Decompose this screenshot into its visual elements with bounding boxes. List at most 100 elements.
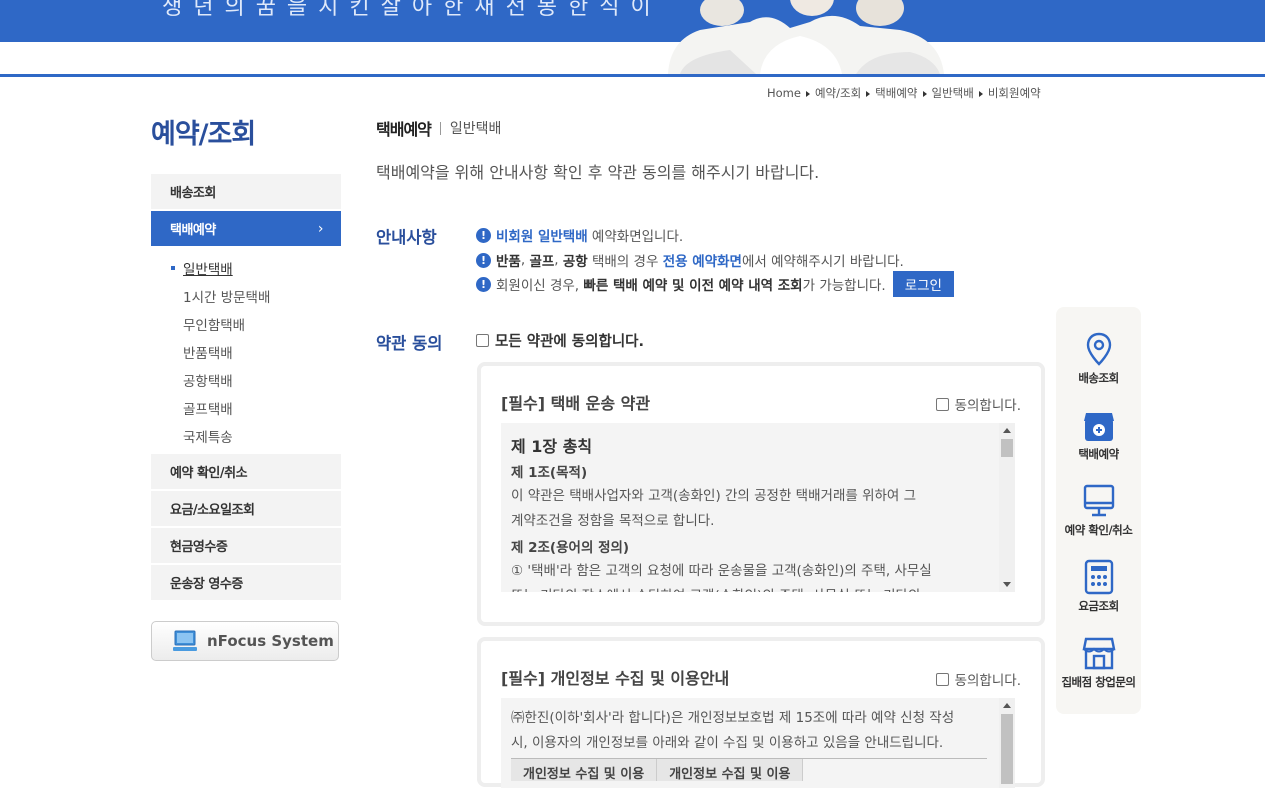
banner-divider	[0, 74, 1265, 77]
notice-1-highlight: 비회원 일반택배	[496, 229, 588, 245]
page-title: 택배예약	[376, 120, 432, 139]
notice-2-sep: ,	[520, 252, 530, 268]
sidebar-item-parcel-reservation[interactable]: 택배예약 ›	[151, 211, 341, 246]
breadcrumb-parcel-reservation[interactable]: 택배예약	[875, 85, 917, 101]
breadcrumb-home[interactable]: Home	[767, 86, 801, 100]
sidebar-sub-general-parcel[interactable]: 일반택배	[151, 254, 341, 282]
scrollbar[interactable]	[999, 423, 1015, 592]
chevron-right-icon: ›	[317, 220, 324, 237]
banner-family-photo	[660, 0, 950, 74]
terms-article: 제 2조(용어의 정의)	[511, 540, 630, 556]
sidebar-sub-airport-parcel[interactable]: 공항택배	[151, 366, 341, 394]
agree-all-checkbox[interactable]	[476, 334, 489, 347]
store-icon	[1082, 637, 1115, 670]
breadcrumb-guest-reservation: 비회원예약	[987, 86, 1041, 100]
breadcrumb: Home 예약/조회 택배예약 일반택배 비회원예약	[767, 85, 1041, 101]
sidebar-item-fee-lookup[interactable]: 요금/소요일조회	[151, 491, 341, 526]
table-header-cell: 개인정보 수집 및 이용	[657, 759, 804, 782]
terms-text: 계약조건을 정함을 목적으로 합니다.	[511, 513, 715, 529]
terms-article: 제 1조(목적)	[511, 465, 588, 481]
dedicated-reservation-link[interactable]: 전용 예약화면	[663, 250, 742, 270]
terms-agree-checkbox[interactable]	[935, 672, 949, 686]
calculator-icon	[1084, 559, 1113, 595]
terms-text: 이 약관은 택배사업자와 고객(송화인) 간의 공정한 택배거래를 위하여 그	[511, 488, 917, 504]
monitor-icon	[1083, 484, 1114, 517]
sidebar-item-tracking[interactable]: 배송조회	[151, 174, 341, 209]
sidebar-item-label: 택배예약	[170, 223, 216, 238]
agree-all-label: 모든 약관에 동의합니다.	[495, 334, 645, 350]
notice-section-label: 안내사항	[376, 228, 437, 247]
scroll-up-icon[interactable]	[1003, 703, 1011, 708]
sidebar-sub-return-parcel[interactable]: 반품택배	[151, 338, 341, 366]
sidebar-sub-international[interactable]: 국제특송	[151, 422, 341, 450]
top-banner: 생 년 의 꿈 을 지 킨 살 아 한 새 전 봉 한 식 이	[0, 0, 1265, 42]
quick-menu: 배송조회 택배예약 예약 확인/취소 요금조회 집배점 창업문의	[1056, 307, 1141, 714]
exclamation-icon: !	[476, 227, 491, 243]
nfocus-system-button[interactable]: nFocus System	[151, 621, 339, 661]
notice-3-text: 회원이신 경우,	[496, 278, 584, 294]
banner-slogan: 생 년 의 꿈 을 지 킨 살 아 한 새 전 봉 한 식 이	[162, 0, 653, 20]
login-button[interactable]: 로그인	[892, 271, 954, 297]
scrollbar[interactable]	[999, 698, 1015, 788]
notice-line-1: ! 비회원 일반택배 예약화면입니다.	[476, 225, 1036, 245]
page-subtitle: 일반택배	[449, 121, 502, 137]
terms-agree-row: 동의합니다.	[935, 669, 1021, 689]
sidebar-submenu: 일반택배 1시간 방문택배 무인함택배 반품택배 공항택배 골프택배 국제특송	[151, 248, 341, 454]
sidebar-title: 예약/조회	[151, 119, 256, 150]
terms-agree-row: 동의합니다.	[935, 394, 1021, 414]
terms-box-privacy: [필수] 개인정보 수집 및 이용안내 동의합니다. ㈜한진(이하'회사'라 합…	[477, 637, 1045, 788]
agree-all-row: 모든 약관에 동의합니다.	[476, 330, 644, 351]
terms-title: [필수] 개인정보 수집 및 이용안내	[501, 669, 730, 688]
terms-title: [필수] 택배 운송 약관	[501, 394, 651, 413]
quick-fee-lookup[interactable]: 요금조회	[1056, 559, 1141, 614]
sidebar-item-waybill-receipt[interactable]: 운송장 영수증	[151, 565, 341, 600]
sidebar-menu: 배송조회 택배예약 › 일반택배 1시간 방문택배 무인함택배 반품택배 공항택…	[151, 174, 341, 602]
exclamation-icon: !	[476, 252, 491, 268]
sidebar-item-cash-receipt[interactable]: 현금영수증	[151, 528, 341, 563]
title-divider	[439, 121, 441, 135]
terms-agree-label: 동의합니다.	[954, 398, 1021, 414]
exclamation-icon: !	[476, 276, 491, 292]
scrollbar-thumb[interactable]	[1001, 439, 1013, 457]
scroll-up-icon[interactable]	[1003, 428, 1011, 433]
notice-2-airport: 공항	[562, 254, 588, 270]
terms-box-shipping: [필수] 택배 운송 약관 동의합니다. 제 1장 총칙 제 1조(목적) 이 …	[477, 362, 1045, 626]
terms-chapter: 제 1장 총칙	[511, 437, 593, 456]
box-icon	[1083, 413, 1114, 441]
terms-text: ① '택배'라 함은 고객의 요청에 따라 운송물을 고객(송화인)의 주택, …	[511, 563, 932, 579]
terms-scroll-area[interactable]: ㈜한진(이하'회사'라 합니다)은 개인정보보호법 제 15조에 따라 예약 신…	[501, 698, 1015, 788]
scroll-down-icon[interactable]	[1003, 582, 1011, 587]
quick-label: 배송조회	[1078, 371, 1119, 385]
sidebar-sub-1hour-visit[interactable]: 1시간 방문택배	[151, 282, 341, 310]
notice-1-text: 예약화면입니다.	[587, 229, 684, 245]
notice-2-sep: ,	[554, 252, 563, 268]
notice-line-3: ! 회원이신 경우, 빠른 택배 예약 및 이전 예약 내역 조회 가 가능합니…	[476, 271, 1036, 297]
quick-tracking[interactable]: 배송조회	[1056, 331, 1141, 386]
sidebar-item-confirm-cancel[interactable]: 예약 확인/취소	[151, 454, 341, 489]
location-pin-icon	[1086, 332, 1111, 366]
notice-3-bold: 빠른 택배 예약 및 이전 예약 내역 조회	[583, 278, 803, 294]
breadcrumb-reservation[interactable]: 예약/조회	[815, 85, 861, 101]
notice-2-golf: 골프	[529, 254, 555, 270]
sidebar-sub-locker-parcel[interactable]: 무인함택배	[151, 310, 341, 338]
quick-franchise-inquiry[interactable]: 집배점 창업문의	[1056, 635, 1141, 690]
nfocus-label: nFocus System	[207, 632, 334, 650]
terms-text: ㈜한진(이하'회사'라 합니다)은 개인정보보호법 제 15조에 따라 예약 신…	[511, 710, 955, 726]
breadcrumb-arrow-icon	[866, 91, 871, 97]
terms-agree-checkbox[interactable]	[935, 397, 949, 411]
sidebar-sub-golf-parcel[interactable]: 골프택배	[151, 394, 341, 422]
notice-3-text-end: 가 가능합니다.	[802, 278, 886, 294]
notice-2-return: 반품	[496, 254, 521, 270]
breadcrumb-arrow-icon	[922, 91, 927, 97]
quick-reservation[interactable]: 택배예약	[1056, 407, 1141, 462]
quick-confirm-cancel[interactable]: 예약 확인/취소	[1056, 483, 1141, 538]
terms-scroll-area[interactable]: 제 1장 총칙 제 1조(목적) 이 약관은 택배사업자와 고객(송화인) 간의…	[501, 423, 1015, 592]
breadcrumb-arrow-icon	[805, 91, 810, 97]
notice-line-2: ! 반품 , 골프 , 공항 택배의 경우 전용 예약화면 에서 예약해주시기 …	[476, 250, 1036, 270]
breadcrumb-arrow-icon	[978, 91, 983, 97]
terms-text: 또는 기타의 장소에서 수탁하여 고객(수화인)의 주택, 사무실 또는 기타의	[511, 584, 991, 592]
scrollbar-thumb[interactable]	[1001, 714, 1013, 784]
breadcrumb-general-parcel[interactable]: 일반택배	[932, 85, 974, 101]
page-heading: 택배예약 일반택배	[376, 116, 501, 140]
computer-icon	[173, 630, 197, 651]
